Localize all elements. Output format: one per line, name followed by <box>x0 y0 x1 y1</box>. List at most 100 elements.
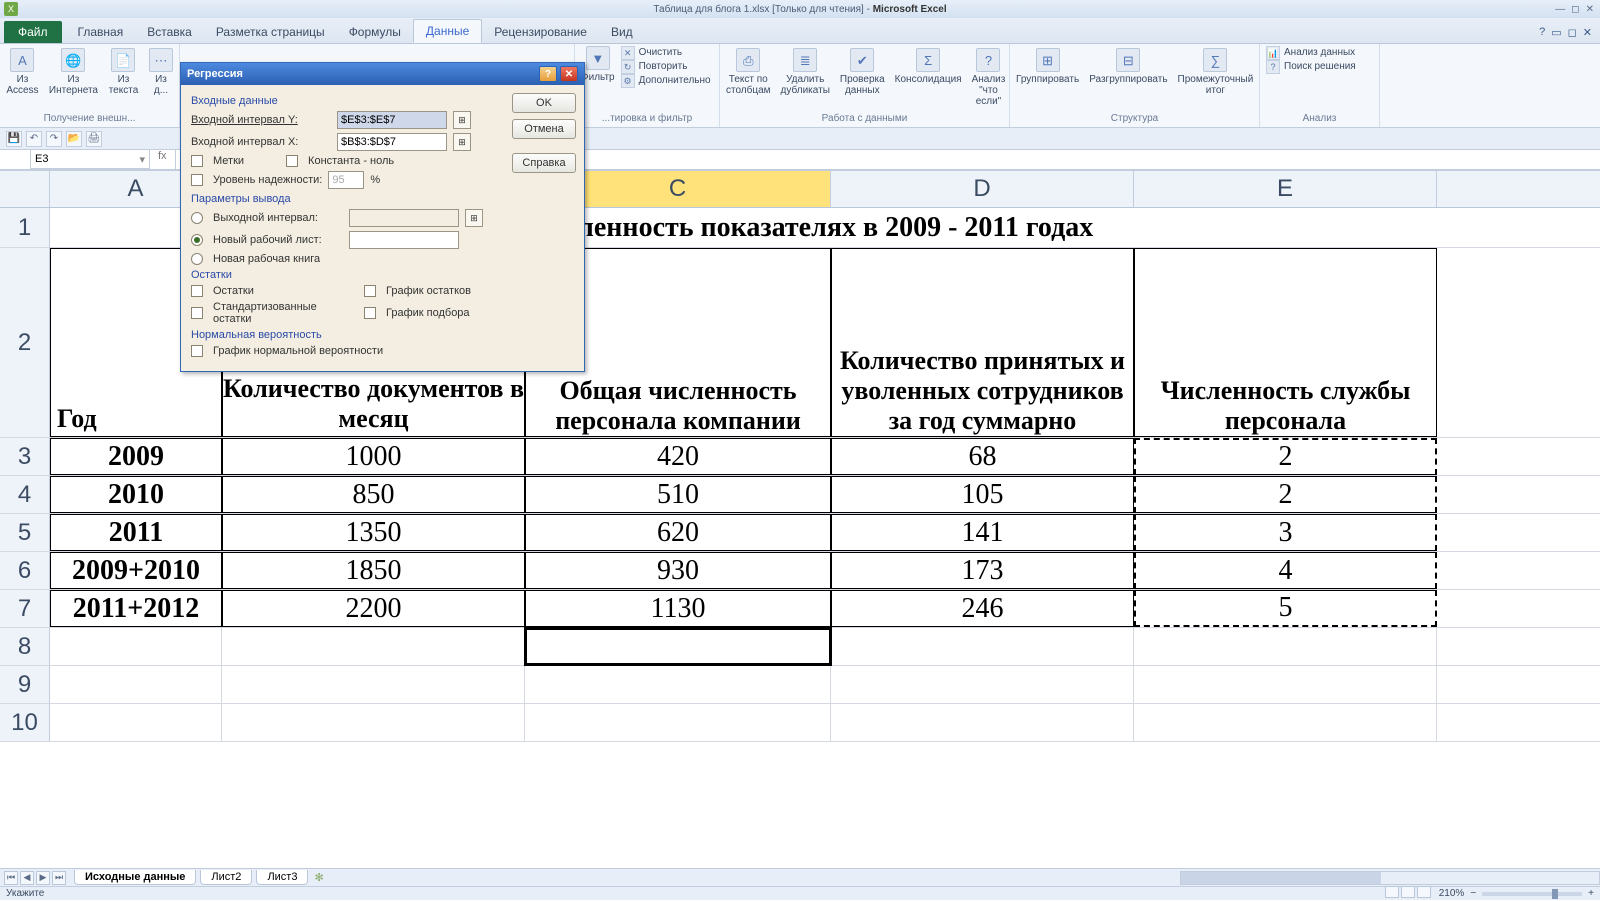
zoom-level[interactable]: 210% <box>1439 888 1465 899</box>
cell-D2[interactable]: Количество принятых и уволенных сотрудни… <box>831 248 1134 437</box>
select-all-corner[interactable] <box>0 171 50 207</box>
qat-print-icon[interactable]: 🖨 <box>86 131 102 147</box>
sheet-tab-2[interactable]: Лист2 <box>200 870 252 885</box>
row-header-5[interactable]: 5 <box>0 514 50 551</box>
dialog-help-icon[interactable]: ? <box>539 66 557 82</box>
resid-plot-checkbox[interactable] <box>364 285 376 297</box>
cell-B3[interactable]: 1000 <box>222 438 525 475</box>
row-header-6[interactable]: 6 <box>0 552 50 589</box>
filter-button[interactable]: ▼Фильтр <box>581 46 615 88</box>
cell-D3[interactable]: 68 <box>831 438 1134 475</box>
cell-A8[interactable] <box>50 628 222 665</box>
sheet-nav-first-icon[interactable]: ⏮ <box>4 871 18 885</box>
min-ribbon-icon[interactable]: ▭ <box>1551 26 1561 39</box>
solver-button[interactable]: ?Поиск решения <box>1266 60 1373 74</box>
new-sheet-icon[interactable]: ✻ <box>314 871 323 884</box>
sheet-tab-3[interactable]: Лист3 <box>256 870 308 885</box>
restore-doc-icon[interactable]: ◻ <box>1568 26 1577 39</box>
row-header-2[interactable]: 2 <box>0 248 50 437</box>
row-header-8[interactable]: 8 <box>0 628 50 665</box>
reapply-filter[interactable]: ↻Повторить <box>621 60 711 74</box>
tab-view[interactable]: Вид <box>599 21 645 43</box>
cell-A5[interactable]: 2011 <box>50 514 222 551</box>
cell-E6[interactable]: 4 <box>1134 552 1437 589</box>
sheet-tab-1[interactable]: Исходные данные <box>74 870 196 885</box>
sheet-nav-last-icon[interactable]: ⏭ <box>52 871 66 885</box>
cell-D4[interactable]: 105 <box>831 476 1134 513</box>
zoom-in-icon[interactable]: + <box>1588 888 1594 899</box>
row-header-9[interactable]: 9 <box>0 666 50 703</box>
tab-data[interactable]: Данные <box>413 19 482 43</box>
ungroup-button[interactable]: ⊟Разгруппировать <box>1089 48 1167 96</box>
y-range-input[interactable] <box>337 111 447 129</box>
group-button[interactable]: ⊞Группировать <box>1016 48 1079 96</box>
cell-B5[interactable]: 1350 <box>222 514 525 551</box>
cell-A6[interactable]: 2009+2010 <box>50 552 222 589</box>
close-doc-icon[interactable]: ✕ <box>1583 26 1592 39</box>
row-header-3[interactable]: 3 <box>0 438 50 475</box>
cancel-button[interactable]: Отмена <box>512 119 576 139</box>
cell-C4[interactable]: 510 <box>525 476 831 513</box>
consolidate-button[interactable]: ΣКонсолидация <box>895 48 962 107</box>
row-header-10[interactable]: 10 <box>0 704 50 741</box>
x-range-picker-icon[interactable]: ⊞ <box>453 133 471 151</box>
minimize-button[interactable]: — <box>1555 4 1565 15</box>
std-resid-checkbox[interactable] <box>191 307 203 319</box>
dialog-close-icon[interactable]: ✕ <box>560 66 578 82</box>
help-button[interactable]: Справка <box>512 153 576 173</box>
ok-button[interactable]: OK <box>512 93 576 113</box>
clear-filter[interactable]: ✕Очистить <box>621 46 711 60</box>
view-buttons[interactable] <box>1385 886 1433 901</box>
tab-insert[interactable]: Вставка <box>135 21 204 43</box>
cell-E2[interactable]: Численность службы персонала <box>1134 248 1437 437</box>
y-range-picker-icon[interactable]: ⊞ <box>453 111 471 129</box>
cell-E5[interactable]: 3 <box>1134 514 1437 551</box>
cell-E8[interactable] <box>1134 628 1437 665</box>
cell-B6[interactable]: 1850 <box>222 552 525 589</box>
row-header-1[interactable]: 1 <box>0 208 50 247</box>
qat-save-icon[interactable]: 💾 <box>6 131 22 147</box>
data-validation-button[interactable]: ✔Проверка данных <box>840 48 885 107</box>
cell-D8[interactable] <box>831 628 1134 665</box>
tab-review[interactable]: Рецензирование <box>482 21 599 43</box>
sheet-nav-prev-icon[interactable]: ◀ <box>20 871 34 885</box>
norm-plot-checkbox[interactable] <box>191 345 203 357</box>
help-icon[interactable]: ? <box>1539 26 1545 39</box>
cell-B7[interactable]: 2200 <box>222 590 525 627</box>
residuals-checkbox[interactable] <box>191 285 203 297</box>
file-tab[interactable]: Файл <box>4 21 62 43</box>
subtotal-button[interactable]: ∑Промежуточный итог <box>1178 48 1254 96</box>
qat-undo-icon[interactable]: ↶ <box>26 131 42 147</box>
whatif-button[interactable]: ?Анализ "что если" <box>972 48 1006 107</box>
cell-C7[interactable]: 1130 <box>525 590 831 627</box>
cell-D7[interactable]: 246 <box>831 590 1134 627</box>
dialog-titlebar[interactable]: Регрессия ? ✕ <box>181 63 584 85</box>
const-zero-checkbox[interactable] <box>286 155 298 167</box>
cell-E7[interactable]: 5 <box>1134 590 1437 627</box>
restore-button[interactable]: ◻ <box>1571 4 1579 15</box>
tab-home[interactable]: Главная <box>66 21 136 43</box>
row-header-7[interactable]: 7 <box>0 590 50 627</box>
data-analysis-button[interactable]: 📊Анализ данных <box>1266 46 1373 60</box>
cell-C3[interactable]: 420 <box>525 438 831 475</box>
zoom-out-icon[interactable]: − <box>1470 888 1476 899</box>
qat-open-icon[interactable]: 📂 <box>66 131 82 147</box>
sheet-nav-next-icon[interactable]: ▶ <box>36 871 50 885</box>
cell-C8[interactable] <box>525 628 831 665</box>
zoom-slider[interactable] <box>1482 892 1582 896</box>
cell-E4[interactable]: 2 <box>1134 476 1437 513</box>
h-scrollbar[interactable] <box>1180 871 1600 885</box>
row-header-4[interactable]: 4 <box>0 476 50 513</box>
fit-plot-checkbox[interactable] <box>364 307 376 319</box>
text-to-columns-button[interactable]: ⎙Текст по столбцам <box>726 48 771 107</box>
tab-layout[interactable]: Разметка страницы <box>204 21 337 43</box>
output-range-picker-icon[interactable]: ⊞ <box>465 209 483 227</box>
qat-redo-icon[interactable]: ↷ <box>46 131 62 147</box>
fx-icon[interactable]: fx <box>150 150 175 169</box>
remove-duplicates-button[interactable]: ≣Удалить дубликаты <box>781 48 830 107</box>
col-header-D[interactable]: D <box>831 171 1134 207</box>
cell-A3[interactable]: 2009 <box>50 438 222 475</box>
new-book-radio[interactable] <box>191 253 203 265</box>
cell-E3[interactable]: 2 <box>1134 438 1437 475</box>
cell-D6[interactable]: 173 <box>831 552 1134 589</box>
